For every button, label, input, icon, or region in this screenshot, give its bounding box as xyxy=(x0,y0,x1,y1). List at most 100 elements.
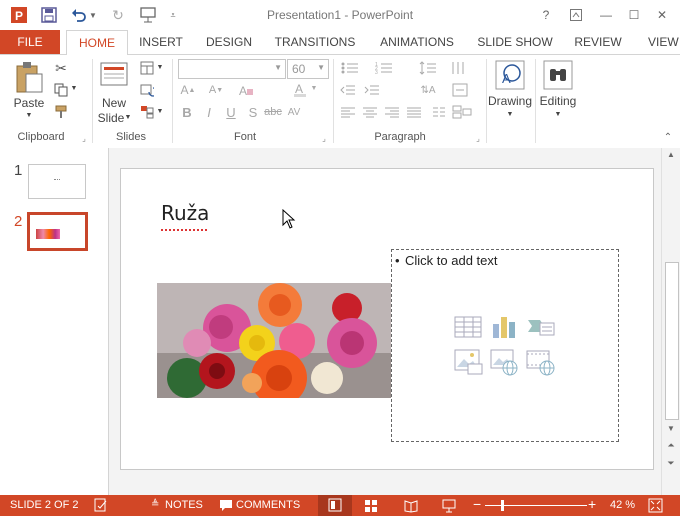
font-color-dropdown-icon[interactable]: ▼ xyxy=(310,85,318,92)
paste-icon[interactable] xyxy=(12,59,46,95)
customize-icon[interactable]: ⩡ xyxy=(164,6,182,24)
drawing-dropdown-icon[interactable]: ▼ xyxy=(486,111,534,118)
thumbnail-slide-2[interactable] xyxy=(27,212,88,251)
insert-online-picture-icon[interactable] xyxy=(490,348,520,376)
tab-transitions[interactable]: TRANSITIONS xyxy=(272,30,358,54)
slide-sorter-icon[interactable] xyxy=(364,499,378,513)
insert-smartart-icon[interactable] xyxy=(526,314,556,340)
columns-icon[interactable] xyxy=(430,103,448,121)
character-spacing-icon[interactable]: AV xyxy=(284,103,304,121)
undo-dropdown-icon[interactable]: ▼ xyxy=(88,6,98,24)
tab-file[interactable]: FILE xyxy=(0,30,60,54)
next-slide-icon[interactable]: ⏷ xyxy=(665,458,677,470)
bullets-icon[interactable] xyxy=(338,59,362,77)
ribbon-display-icon[interactable] xyxy=(564,5,588,25)
zoom-slider-thumb[interactable] xyxy=(501,500,504,511)
insert-video-icon[interactable] xyxy=(526,348,556,376)
maximize-icon[interactable]: ☐ xyxy=(622,5,646,25)
strikethrough-icon[interactable]: abc xyxy=(264,103,282,121)
powerpoint-logo-icon[interactable]: P xyxy=(10,6,28,24)
scroll-down-icon[interactable]: ▼ xyxy=(665,424,677,434)
font-name-combo[interactable]: ▼ xyxy=(178,59,286,79)
italic-icon[interactable]: I xyxy=(200,103,218,121)
reading-view-icon[interactable] xyxy=(404,499,418,513)
paste-dropdown-icon[interactable]: ▼ xyxy=(8,112,50,119)
tab-home[interactable]: HOME xyxy=(66,30,128,56)
cut-icon[interactable]: ✂ xyxy=(52,59,70,77)
change-case-icon[interactable] xyxy=(178,103,179,104)
scroll-thumb[interactable] xyxy=(665,262,679,420)
shrink-font-icon[interactable]: A ▼ xyxy=(206,81,226,99)
new-slide-dropdown-icon[interactable]: ▼ xyxy=(124,114,132,121)
roses-photo[interactable] xyxy=(157,283,400,398)
section-dropdown-icon[interactable]: ▼ xyxy=(156,108,164,115)
paste-label[interactable]: Paste xyxy=(8,96,50,110)
tab-view[interactable]: VIEW xyxy=(640,30,680,54)
insert-table-icon[interactable] xyxy=(454,314,482,340)
close-icon[interactable]: ✕ xyxy=(650,5,674,25)
layout-icon[interactable] xyxy=(138,59,156,77)
insert-picture-icon[interactable] xyxy=(454,348,484,376)
align-center-icon[interactable] xyxy=(360,103,380,121)
present-icon[interactable] xyxy=(139,6,157,24)
new-slide-label-1[interactable]: New xyxy=(94,96,134,110)
normal-view-button[interactable] xyxy=(318,495,352,516)
copy-icon[interactable] xyxy=(52,81,70,99)
minimize-icon[interactable]: — xyxy=(594,5,618,25)
grow-font-icon[interactable]: A ▲ xyxy=(178,81,198,99)
tab-slide-show[interactable]: SLIDE SHOW xyxy=(474,30,556,54)
aa-case-icon[interactable] xyxy=(212,103,213,104)
zoom-out-icon[interactable]: − xyxy=(473,496,481,512)
align-right-icon[interactable] xyxy=(382,103,402,121)
previous-slide-icon[interactable]: ⏶ xyxy=(665,440,677,452)
help-icon[interactable]: ? xyxy=(534,5,558,25)
clear-formatting-icon[interactable]: A xyxy=(236,81,256,99)
align-left-icon[interactable] xyxy=(338,103,358,121)
comments-icon[interactable] xyxy=(220,499,232,511)
tab-review[interactable]: REVIEW xyxy=(570,30,626,54)
save-icon[interactable] xyxy=(40,6,58,24)
comments-button[interactable]: COMMENTS xyxy=(236,499,300,511)
fit-to-window-icon[interactable] xyxy=(648,498,663,513)
drawing-label[interactable]: Drawing xyxy=(486,94,534,108)
decrease-indent-icon[interactable] xyxy=(338,81,358,99)
spelling-check-icon[interactable] xyxy=(94,498,108,512)
redo-icon[interactable]: ↻ xyxy=(109,6,127,24)
reset-icon[interactable] xyxy=(138,81,156,99)
zoom-in-icon[interactable]: + xyxy=(588,496,596,512)
tab-insert[interactable]: INSERT xyxy=(134,30,188,54)
bold-icon[interactable]: B xyxy=(178,103,196,121)
increase-indent-icon[interactable] xyxy=(362,81,382,99)
numbering-icon[interactable]: 123 xyxy=(372,59,396,77)
align-text-icon[interactable] xyxy=(448,81,472,99)
format-painter-icon[interactable] xyxy=(52,103,70,121)
thumbnail-slide-1[interactable] xyxy=(28,164,86,199)
zoom-level[interactable]: 42 % xyxy=(610,499,635,511)
content-placeholder[interactable]: • Click to add text xyxy=(391,249,619,442)
text-columns-icon[interactable] xyxy=(448,59,472,77)
clipboard-launcher-icon[interactable]: ⌟ xyxy=(80,134,88,143)
slide-title[interactable]: Ruža xyxy=(161,201,209,225)
layout-dropdown-icon[interactable]: ▼ xyxy=(156,64,164,71)
underline-icon[interactable]: U xyxy=(222,103,240,121)
text-direction-icon[interactable]: ⇅A xyxy=(416,81,440,99)
paragraph-launcher-icon[interactable]: ⌟ xyxy=(474,134,482,143)
justify-icon[interactable] xyxy=(404,103,424,121)
slide-show-icon[interactable] xyxy=(442,499,456,513)
tab-design[interactable]: DESIGN xyxy=(200,30,258,54)
new-slide-icon[interactable] xyxy=(98,59,130,89)
editing-label[interactable]: Editing xyxy=(534,94,582,108)
vertical-scrollbar[interactable]: ▲ ▼ ⏶ ⏷ xyxy=(661,148,680,495)
insert-chart-icon[interactable] xyxy=(490,314,518,340)
new-slide-label-2[interactable]: Slide xyxy=(94,111,128,125)
editing-dropdown-icon[interactable]: ▼ xyxy=(534,111,582,118)
notes-icon[interactable]: ≜ xyxy=(151,499,163,511)
shadow-icon[interactable]: S xyxy=(244,103,262,121)
undo-icon[interactable] xyxy=(70,6,88,24)
font-size-combo[interactable]: 60 ▼ xyxy=(287,59,329,79)
copy-dropdown-icon[interactable]: ▼ xyxy=(70,85,78,92)
smartart-icon[interactable] xyxy=(450,103,474,121)
notes-button[interactable]: NOTES xyxy=(165,499,203,511)
section-icon[interactable] xyxy=(138,103,156,121)
line-spacing-icon[interactable] xyxy=(416,59,440,77)
